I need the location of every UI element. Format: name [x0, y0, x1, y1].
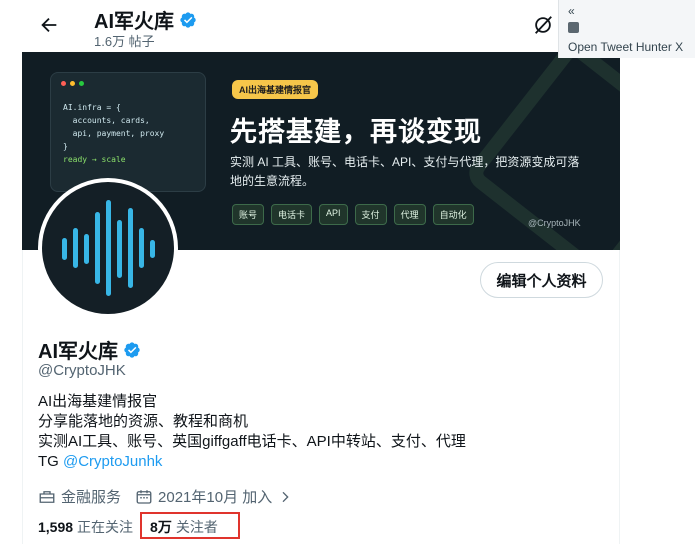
top-bar: AI军火库 1.6万 帖子 [22, 0, 620, 52]
bio-line: TG @CryptoJunhk [38, 452, 466, 472]
banner-chip: API [319, 204, 348, 225]
extension-icon [568, 22, 579, 33]
tg-link[interactable]: @CryptoJunhk [63, 453, 162, 470]
following-label: 正在关注 [77, 519, 134, 535]
joined-text: 2021年10月 加入 [158, 489, 273, 506]
briefcase-icon [39, 490, 55, 503]
following-link[interactable]: 1,598 正在关注 [38, 517, 133, 537]
post-count: 1.6万 帖子 [94, 34, 155, 49]
header-title-text: AI军火库 [94, 11, 174, 33]
banner-description: 实测 AI 工具、账号、电话卡、API、支付与代理，把资源变成可落地的生意流程。 [230, 155, 580, 188]
verified-badge-icon [180, 11, 196, 28]
collapse-icon[interactable]: « [568, 4, 575, 18]
profile-name-text: AI军火库 [38, 341, 118, 363]
open-tweet-hunter-link[interactable]: Open Tweet Hunter X [568, 40, 683, 54]
calendar-icon [136, 489, 152, 504]
tg-prefix: TG [38, 453, 63, 470]
chevron-right-icon [282, 491, 289, 502]
profile-bio: AI出海基建情报官 分享能落地的资源、教程和商机 实测AI工具、账号、英国gif… [38, 392, 466, 472]
tweet-hunter-panel[interactable]: « Open Tweet Hunter X [558, 0, 695, 58]
banner-chip: 代理 [393, 204, 426, 225]
soundwave-logo-icon [62, 200, 155, 296]
bio-line: AI出海基建情报官 [38, 393, 158, 410]
bio-line: 分享能落地的资源、教程和商机 [38, 413, 249, 430]
banner-chip: 自动化 [432, 204, 474, 225]
edit-profile-button[interactable]: 编辑个人资料 [480, 262, 603, 298]
bio-line: 实测AI工具、账号、英国giffgaff电话卡、API中转站、支付、代理 [38, 433, 466, 450]
banner-code-card: AI.infra = { accounts, cards, api, payme… [50, 72, 206, 192]
followers-highlight-box [140, 512, 240, 539]
banner-code: AI.infra = { accounts, cards, api, payme… [63, 103, 165, 164]
banner-chip: 电话卡 [271, 204, 313, 225]
grok-icon[interactable] [532, 14, 554, 36]
banner-chips: 账号 电话卡 API 支付 代理 自动化 [232, 204, 474, 225]
banner-chip: 账号 [232, 204, 265, 225]
joined-item[interactable]: 2021年10月 加入 [135, 486, 293, 507]
verified-badge-icon[interactable] [123, 341, 141, 359]
banner-chip: 支付 [354, 204, 387, 225]
window-dots [61, 81, 84, 86]
banner-handle: @CryptoJHK [528, 218, 581, 228]
category-item: 金融服务 [38, 486, 121, 507]
category-text: 金融服务 [61, 489, 122, 506]
banner-headline: 先搭基建，再谈变现 [230, 117, 482, 147]
profile-name: AI军火库 [38, 335, 141, 364]
profile-meta: 金融服务 2021年10月 加入 [38, 486, 307, 507]
back-arrow-icon[interactable] [38, 14, 60, 36]
avatar[interactable] [38, 178, 178, 318]
profile-handle: @CryptoJHK [38, 362, 126, 379]
banner-tag: AI出海基建情报官 [232, 80, 319, 99]
header-title: AI军火库 [94, 5, 197, 34]
following-count: 1,598 [38, 519, 74, 535]
avatar-image [42, 182, 174, 314]
